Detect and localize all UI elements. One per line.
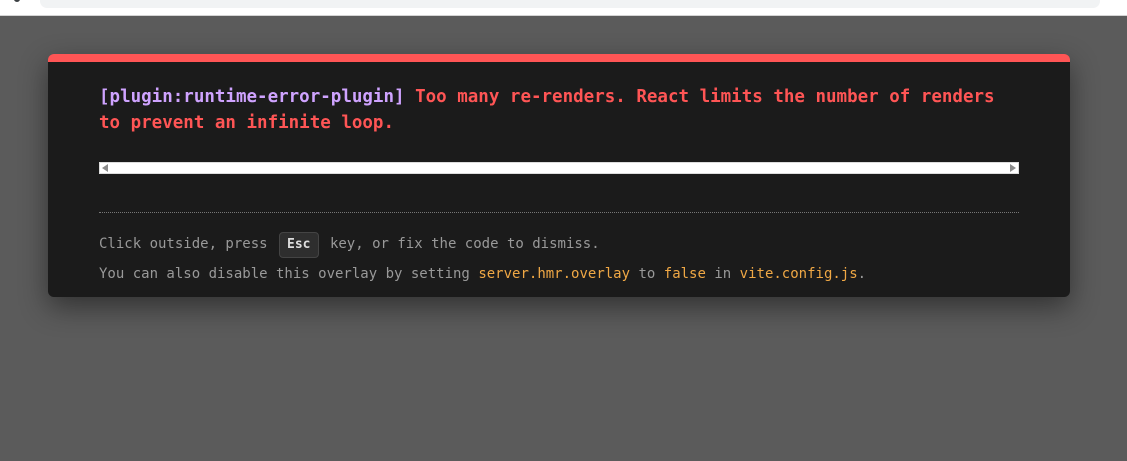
dismiss-tip: Click outside, press Esc key, or fix the…	[99, 232, 600, 258]
file-code: vite.config.js	[739, 266, 858, 282]
tip2-to: to	[638, 266, 656, 282]
tip2-in: in	[714, 266, 732, 282]
disable-overlay-tip: You can also disable this overlay by set…	[99, 266, 866, 282]
error-message: [plugin:runtime-error-plugin] Too many r…	[99, 84, 999, 136]
tip-text-before: Click outside, press	[99, 236, 268, 252]
tip2-prefix: You can also disable this overlay by set…	[99, 266, 470, 282]
error-overlay-window: [plugin:runtime-error-plugin] Too many r…	[48, 54, 1070, 297]
tip2-period: .	[857, 266, 867, 282]
value-code: false	[663, 266, 706, 282]
address-bar[interactable]	[40, 0, 1100, 8]
browser-top-bar	[0, 0, 1127, 16]
browser-back-icon[interactable]	[14, 0, 20, 2]
setting-code: server.hmr.overlay	[478, 266, 631, 282]
horizontal-scrollbar[interactable]	[99, 162, 1019, 174]
scroll-right-arrow-icon[interactable]	[1010, 164, 1016, 172]
esc-key-badge: Esc	[279, 232, 319, 258]
scroll-left-arrow-icon[interactable]	[102, 164, 108, 172]
tip-text-after: key, or fix the code to dismiss.	[329, 236, 600, 252]
plugin-tag: [plugin:runtime-error-plugin]	[99, 87, 405, 107]
divider	[99, 212, 1019, 213]
